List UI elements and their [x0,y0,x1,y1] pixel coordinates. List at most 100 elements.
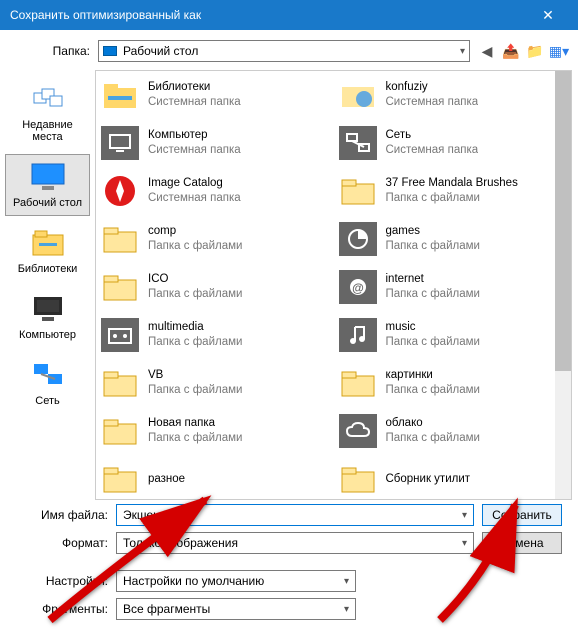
file-subtitle: Системная папка [148,95,241,110]
scrollbar[interactable] [555,71,571,499]
sidebar-item-network[interactable]: Сеть [5,352,90,414]
file-item[interactable]: musicПапка с файлами [334,311,572,359]
network-icon [28,359,68,391]
file-subtitle: Папка с файлами [386,383,480,398]
bottom-form: Имя файла: Экшен.jpg▾ Сохранить Формат: … [0,500,578,636]
cloud-icon [338,413,378,449]
file-item[interactable]: КомпьютерСистемная папка [96,119,334,167]
folder-dropdown[interactable]: Рабочий стол ▾ [98,40,470,62]
chevron-down-icon: ▾ [460,46,465,57]
file-subtitle: Папка с файлами [386,191,518,206]
folder-label: Папка: [10,44,90,58]
games-icon [338,221,378,257]
file-subtitle: Системная папка [386,143,479,158]
recent-icon [28,83,68,115]
libraries-icon [28,227,68,259]
file-item[interactable]: gamesПапка с файлами [334,215,572,263]
file-item[interactable]: 37 Free Mandala BrushesПапка с файлами [334,167,572,215]
sidebar-label: Библиотеки [8,263,87,275]
file-name: music [386,320,480,335]
file-name: multimedia [148,320,242,335]
sidebar-item-libraries[interactable]: Библиотеки [5,220,90,282]
file-name: VB [148,368,242,383]
file-name: comp [148,224,242,239]
title-bar: Сохранить оптимизированный как ✕ [0,0,578,30]
music-icon [338,317,378,353]
file-subtitle: Папка с файлами [148,335,242,350]
chevron-down-icon: ▾ [462,510,467,521]
settings-label: Настройки: [16,574,108,588]
back-icon[interactable]: ◀ [478,42,496,60]
file-item[interactable]: konfuziyСистемная папка [334,71,572,119]
toolbar-icons: ◀ 📤 📁 ▦▾ [478,42,568,60]
file-item[interactable]: Новая папкаПапка с файлами [96,407,334,455]
file-name: Сборник утилит [386,472,471,487]
file-name: Компьютер [148,128,241,143]
sidebar-item-desktop[interactable]: Рабочий стол [5,154,90,216]
file-list[interactable]: БиблиотекиСистемная папкаkonfuziyСистемн… [95,70,572,500]
folder-value: Рабочий стол [123,44,460,58]
folder-icon [100,413,140,449]
file-item[interactable]: @internetПапка с файлами [334,263,572,311]
save-button[interactable]: Сохранить [482,504,562,526]
folder-icon [100,269,140,305]
libraries-icon [100,77,140,113]
file-name: Image Catalog [148,176,241,191]
computer-icon [100,125,140,161]
file-item[interactable]: multimediaПапка с файлами [96,311,334,359]
view-icon[interactable]: ▦▾ [550,42,568,60]
desktop-icon [28,161,68,193]
up-icon[interactable]: 📤 [502,42,520,60]
file-name: Библиотеки [148,80,241,95]
fragments-dropdown[interactable]: Все фрагменты▾ [116,598,356,620]
file-item[interactable]: облакоПапка с файлами [334,407,572,455]
format-dropdown[interactable]: Только изображения▾ [116,532,474,554]
folder-icon [100,461,140,497]
file-item[interactable]: ICOПапка с файлами [96,263,334,311]
svg-text:@: @ [352,281,364,295]
file-subtitle: Папка с файлами [148,287,242,302]
computer-icon [28,293,68,325]
filename-input[interactable]: Экшен.jpg▾ [116,504,474,526]
file-item[interactable]: СетьСистемная папка [334,119,572,167]
file-item[interactable]: Image CatalogСистемная папка [96,167,334,215]
desktop-icon [103,46,117,56]
network-icon [338,125,378,161]
imagecatalog-icon [100,173,140,209]
file-subtitle: Системная папка [148,143,241,158]
file-subtitle: Системная папка [148,191,241,206]
chevron-down-icon: ▾ [344,604,349,615]
file-item[interactable]: картинкиПапка с файлами [334,359,572,407]
file-subtitle: Папка с файлами [148,239,242,254]
file-subtitle: Папка с файлами [148,431,242,446]
chevron-down-icon: ▾ [344,576,349,587]
file-name: облако [386,416,480,431]
file-name: konfuziy [386,80,479,95]
sidebar-item-computer[interactable]: Компьютер [5,286,90,348]
file-name: Новая папка [148,416,242,431]
sidebar-label: Рабочий стол [8,197,87,209]
close-button[interactable]: ✕ [528,7,568,24]
file-name: картинки [386,368,480,383]
file-name: разное [148,472,185,487]
user-icon [338,77,378,113]
cancel-button[interactable]: Отмена [482,532,562,554]
internet-icon: @ [338,269,378,305]
file-name: ICO [148,272,242,287]
folder-icon [100,365,140,401]
window-title: Сохранить оптимизированный как [10,8,528,22]
file-item[interactable]: compПапка с файлами [96,215,334,263]
file-subtitle: Папка с файлами [386,335,480,350]
file-item[interactable]: Сборник утилит [334,455,572,500]
new-folder-icon[interactable]: 📁 [526,42,544,60]
folder-row: Папка: Рабочий стол ▾ ◀ 📤 📁 ▦▾ [0,30,578,70]
sidebar-item-recent[interactable]: Недавние места [5,76,90,150]
file-item[interactable]: БиблиотекиСистемная папка [96,71,334,119]
file-subtitle: Папка с файлами [386,239,480,254]
folder-icon [338,173,378,209]
file-item[interactable]: разное [96,455,334,500]
sidebar-label: Компьютер [8,329,87,341]
body-area: Недавние места Рабочий стол Библиотеки К… [0,70,578,500]
file-item[interactable]: VBПапка с файлами [96,359,334,407]
settings-dropdown[interactable]: Настройки по умолчанию▾ [116,570,356,592]
